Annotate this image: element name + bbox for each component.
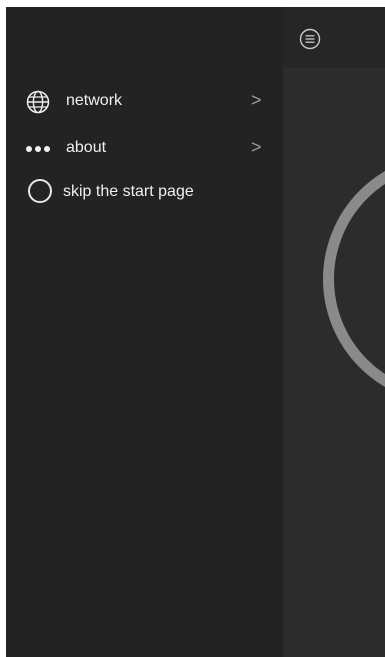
drawer-item-label: network [66,92,123,109]
progress-ring [323,154,385,404]
main-toolbar [283,7,385,69]
radio-unchecked-icon[interactable] [28,179,52,203]
globe-icon [25,89,51,115]
more-dots-icon [25,136,51,162]
main-content [283,7,385,657]
drawer-item-about[interactable]: about > [6,128,283,168]
drawer-item-label: about [66,139,107,156]
chevron-right-icon: > [251,90,262,110]
skip-start-page-toggle[interactable]: skip the start page [6,172,283,212]
navigation-drawer: network > about > skip the start page [6,7,283,657]
skip-start-page-label: skip the start page [63,183,194,200]
drawer-item-network[interactable]: network > [6,81,283,121]
app-screen: network > about > skip the start page [6,7,385,657]
chevron-right-icon: > [251,137,262,157]
menu-icon[interactable] [299,28,321,50]
